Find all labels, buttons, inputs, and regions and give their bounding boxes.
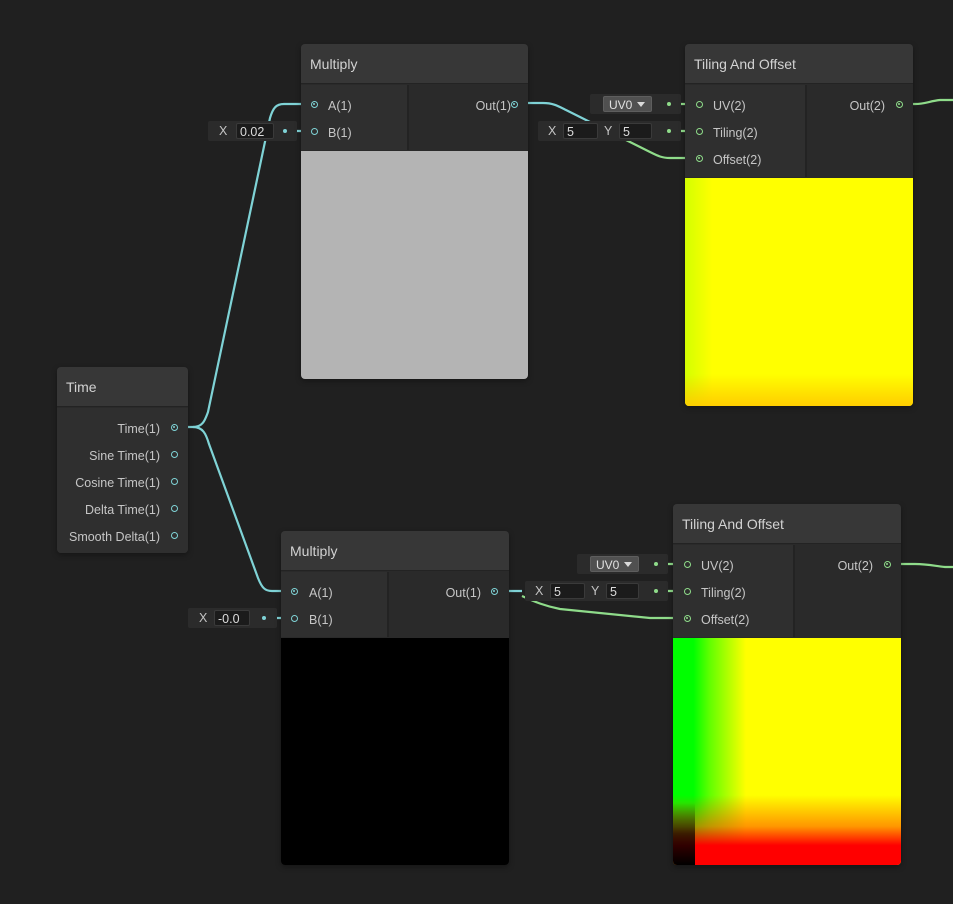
tiling-bottom-offset-port[interactable] xyxy=(684,615,691,622)
tiling-top-preview xyxy=(685,178,913,406)
multiply-bottom-b-connector xyxy=(262,616,266,620)
multiply-bottom-preview xyxy=(281,638,509,865)
chevron-down-icon xyxy=(637,102,645,107)
tiling-top-tiling-label: Tiling(2) xyxy=(713,126,758,140)
multiply-bottom-outputs xyxy=(389,572,509,637)
tiling-top-x-input[interactable]: 5 xyxy=(563,123,598,139)
multiply-top-a-port[interactable] xyxy=(311,101,318,108)
multiply-bottom-node[interactable]: Multiply A(1) B(1) Out(1) xyxy=(281,531,509,865)
multiply-bottom-out-port[interactable] xyxy=(491,588,498,595)
time-output-label: Time(1) xyxy=(117,422,160,436)
sine-time-output-label: Sine Time(1) xyxy=(89,449,160,463)
multiply-top-preview xyxy=(301,151,528,379)
chevron-down-icon xyxy=(624,562,632,567)
multiply-top-b-field[interactable]: X 0.02 xyxy=(208,121,297,141)
sine-time-output-port[interactable] xyxy=(171,451,178,458)
tiling-bottom-out-label: Out(2) xyxy=(837,559,873,573)
multiply-top-out-label: Out(1) xyxy=(475,99,511,113)
multiply-top-b-axis: X xyxy=(219,124,228,138)
multiply-bottom-b-input[interactable]: -0.0 xyxy=(214,610,250,626)
tiling-bottom-tiling-label: Tiling(2) xyxy=(701,586,746,600)
cosine-time-output-label: Cosine Time(1) xyxy=(75,476,160,490)
time-output-port[interactable] xyxy=(171,424,178,431)
tiling-top-tiling-connector xyxy=(667,129,671,133)
tiling-top-offset-port[interactable] xyxy=(696,155,703,162)
tiling-top-y-label: Y xyxy=(604,124,613,138)
smooth-delta-output-port[interactable] xyxy=(171,532,178,539)
multiply-top-inputs xyxy=(301,85,407,150)
tiling-bottom-offset-label: Offset(2) xyxy=(701,613,750,627)
tiling-bottom-uv-port[interactable] xyxy=(684,561,691,568)
tiling-bottom-y-label: Y xyxy=(591,584,600,598)
wire-time-to-multiply-bottom xyxy=(192,425,292,593)
tiling-bottom-tiling-connector xyxy=(654,589,658,593)
tiling-bottom-uv-field[interactable]: UV0 xyxy=(577,554,668,574)
tiling-bottom-out-port[interactable] xyxy=(884,561,891,568)
tiling-bottom-preview xyxy=(673,638,901,865)
multiply-bottom-b-field[interactable]: X -0.0 xyxy=(188,608,277,628)
multiply-top-outputs xyxy=(409,85,528,150)
multiply-top-a-label: A(1) xyxy=(328,99,352,113)
tiling-bottom-uv-connector xyxy=(654,562,658,566)
multiply-bottom-inputs xyxy=(281,572,387,637)
cosine-time-output-port[interactable] xyxy=(171,478,178,485)
tiling-bottom-x-input[interactable]: 5 xyxy=(550,583,585,599)
multiply-top-out-port[interactable] xyxy=(511,101,518,108)
multiply-bottom-a-port[interactable] xyxy=(291,588,298,595)
tiling-top-uv-dropdown[interactable]: UV0 xyxy=(603,96,652,112)
time-node[interactable]: Time Time(1) Sine Time(1) Cosine Time(1)… xyxy=(57,367,188,553)
multiply-bottom-b-label: B(1) xyxy=(309,613,333,627)
tiling-bottom-node[interactable]: Tiling And Offset UV(2) Tiling(2) Offset… xyxy=(673,504,901,865)
tiling-top-tiling-port[interactable] xyxy=(696,128,703,135)
tiling-top-tiling-field[interactable]: X 5 Y 5 xyxy=(538,121,681,141)
tiling-bottom-uv-value: UV0 xyxy=(596,558,620,572)
delta-time-output-label: Delta Time(1) xyxy=(84,503,160,517)
tiling-top-out-label: Out(2) xyxy=(849,99,885,113)
multiply-bottom-title: Multiply xyxy=(281,531,509,571)
tiling-bottom-title: Tiling And Offset xyxy=(673,504,901,544)
multiply-top-b-port[interactable] xyxy=(311,128,318,135)
time-node-title: Time xyxy=(57,367,188,407)
tiling-top-y-input[interactable]: 5 xyxy=(619,123,652,139)
tiling-top-uv-value: UV0 xyxy=(609,98,633,112)
multiply-top-b-connector xyxy=(283,129,287,133)
delta-time-output-port[interactable] xyxy=(171,505,178,512)
smooth-delta-output-label: Smooth Delta(1) xyxy=(68,530,160,544)
tiling-top-uv-connector xyxy=(667,102,671,106)
tiling-bottom-uv-dropdown[interactable]: UV0 xyxy=(590,556,639,572)
tiling-top-x-label: X xyxy=(548,124,557,138)
multiply-bottom-b-port[interactable] xyxy=(291,615,298,622)
tiling-top-uv-port[interactable] xyxy=(696,101,703,108)
tiling-bottom-uv-label: UV(2) xyxy=(701,559,734,573)
tiling-top-node[interactable]: Tiling And Offset UV(2) Tiling(2) Offset… xyxy=(685,44,913,406)
tiling-bottom-tiling-port[interactable] xyxy=(684,588,691,595)
tiling-top-offset-label: Offset(2) xyxy=(713,153,762,167)
wire-time-to-multiply-top xyxy=(177,102,311,429)
multiply-top-title: Multiply xyxy=(301,44,528,84)
tiling-bottom-y-input[interactable]: 5 xyxy=(606,583,639,599)
tiling-top-uv-label: UV(2) xyxy=(713,99,746,113)
tiling-top-out-port[interactable] xyxy=(896,101,903,108)
multiply-bottom-a-label: A(1) xyxy=(309,586,333,600)
tiling-bottom-tiling-field[interactable]: X 5 Y 5 xyxy=(525,581,668,601)
tiling-top-uv-field[interactable]: UV0 xyxy=(590,94,681,114)
tiling-top-title: Tiling And Offset xyxy=(685,44,913,84)
multiply-bottom-b-axis: X xyxy=(199,611,208,625)
multiply-bottom-out-label: Out(1) xyxy=(445,586,481,600)
tiling-bottom-x-label: X xyxy=(535,584,544,598)
multiply-top-b-input[interactable]: 0.02 xyxy=(236,123,274,139)
multiply-top-b-label: B(1) xyxy=(328,126,352,140)
multiply-top-node[interactable]: Multiply A(1) B(1) Out(1) xyxy=(301,44,528,379)
